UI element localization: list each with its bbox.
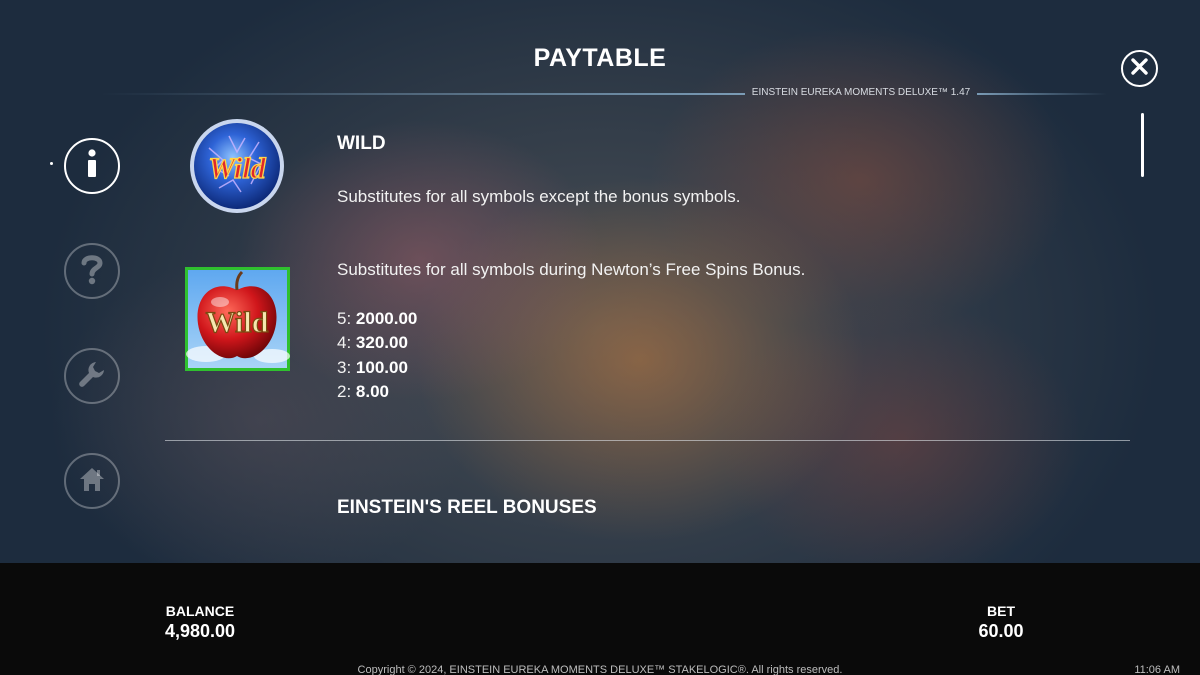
active-indicator [50,162,53,165]
payout-value: 2000.00 [355,309,418,328]
bet-value: 60.00 [978,621,1024,641]
title-divider-right [977,93,1107,95]
home-icon [78,465,106,498]
payout-count: 3: [337,358,352,377]
wrench-icon [77,359,107,394]
apple-description: Substitutes for all symbols during Newto… [337,260,806,279]
scrollbar-thumb[interactable] [1141,113,1144,177]
wild-orb-text: Wild [208,152,266,185]
nav-settings-button[interactable] [64,348,120,404]
page-title: PAYTABLE [533,44,667,72]
reel-bonuses-heading: EINSTEIN'S REEL BONUSES [337,497,597,518]
nav-help-button[interactable] [64,243,120,299]
nav-info-button[interactable] [64,138,120,194]
title-divider-left [100,93,745,95]
clock: 11:06 AM [1134,664,1180,675]
game-version: EINSTEIN EUREKA MOMENTS DELUXE™ 1.47 [751,87,971,98]
payout-value: 320.00 [355,333,408,352]
bet-label: BET [987,603,1015,619]
balance-label: BALANCE [165,603,235,619]
payout-count: 4: [337,333,352,352]
payout-row: 2: 8.00 [337,382,389,402]
payout-count: 5: [337,309,352,328]
payout-value: 100.00 [355,358,408,377]
payout-row: 4: 320.00 [337,333,408,353]
payout-row: 5: 2000.00 [337,309,417,329]
close-button[interactable] [1121,50,1158,87]
payout-row: 3: 100.00 [337,358,408,378]
info-icon [84,148,100,184]
wild-heading: WILD [337,133,386,154]
close-icon [1131,57,1148,80]
payout-value: 8.00 [355,382,390,401]
apple-wild-symbol: Wild [184,266,291,377]
question-icon [80,253,104,290]
apple-wild-text: Wild [206,306,269,339]
copyright-text: Copyright © 2024, EINSTEIN EUREKA MOMENT… [357,664,843,675]
wild-orb-symbol: Wild [189,118,285,219]
nav-home-button[interactable] [64,453,120,509]
payout-count: 2: [337,382,352,401]
section-divider [165,440,1130,441]
balance-value: 4,980.00 [164,621,236,641]
wild-description: Substitutes for all symbols except the b… [337,187,741,206]
footer-bar [0,563,1200,675]
